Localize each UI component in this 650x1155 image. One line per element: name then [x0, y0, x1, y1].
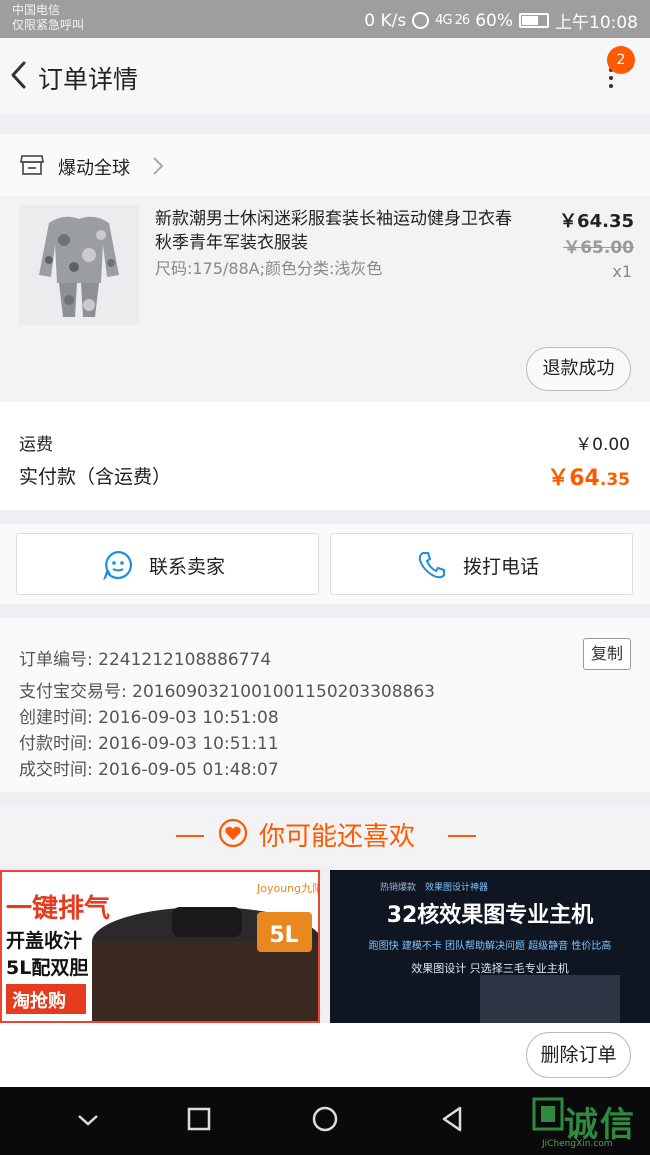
brand-label: Joyoung九阳 [256, 882, 318, 895]
recommend-title: 你可能还喜欢 [259, 822, 416, 852]
phone-icon [418, 552, 445, 579]
shop-row[interactable]: 爆动全球 [0, 134, 650, 196]
signal-icon: 4G 26 [435, 13, 470, 28]
ad-headline: 一键排气 [6, 893, 110, 924]
status-bar: 中国电信 仅限紧急呼叫 0 K/s 4G 26 60% 上午10:08 [0, 0, 650, 38]
refund-status-button[interactable]: 退款成功 [526, 347, 631, 391]
paid-time: 付款时间: 2016-09-03 10:51:11 [19, 734, 279, 754]
watermark-url: JiChengXin.com [542, 1139, 613, 1149]
paid-decimal: .35 [599, 470, 630, 490]
order-item[interactable]: 新款潮男士休闲迷彩服套装长袖运动健身卫衣春秋季青年军装衣服装 尺码:175/88… [0, 196, 650, 402]
chat-bubble-icon [103, 550, 133, 580]
notification-badge[interactable]: 2 [607, 46, 635, 74]
bottom-action-bar: 删除订单 [0, 1023, 650, 1087]
shop-name[interactable]: 爆动全球 [58, 154, 130, 180]
alipay-trade-number: 支付宝交易号: 2016090321001001150203308863 [19, 682, 435, 702]
back-arrow-icon[interactable] [8, 60, 30, 90]
pressure-cooker-image: 5L Joyoung九阳 一键排气 开盖收汁 5L配双胆 淘抢购 [2, 872, 318, 1021]
ad-line3: 5L配双胆 [6, 957, 88, 979]
recommend-card-workstation[interactable]: 热销爆款 效果图设计神器 32核效果图专业主机 跑图快 建模不卡 团队帮助解决问… [330, 870, 650, 1023]
store-icon [20, 155, 44, 175]
ad-tag2: 效果图设计神器 [425, 881, 488, 893]
call-phone-button[interactable]: 拨打电话 [330, 533, 633, 595]
call-phone-label: 拨打电话 [463, 556, 540, 578]
workstation-image: 热销爆款 效果图设计神器 32核效果图专业主机 跑图快 建模不卡 团队帮助解决问… [330, 870, 650, 1023]
divider-left [176, 835, 204, 837]
alarm-icon [412, 12, 430, 29]
carrier-info: 中国电信 仅限紧急呼叫 [12, 3, 84, 33]
capacity-badge: 5L [269, 923, 298, 948]
camouflage-suit-image [19, 205, 139, 325]
delete-order-button[interactable]: 删除订单 [526, 1032, 631, 1078]
product-title[interactable]: 新款潮男士休闲迷彩服套装长袖运动健身卫衣春秋季青年军装衣服装 [155, 207, 525, 255]
watermark-emblem [532, 1097, 564, 1131]
chevron-down-icon[interactable] [76, 1113, 100, 1127]
clock: 上午10:08 [555, 13, 638, 33]
system-nav-bar: 诚信 JiChengXin.com [0, 1087, 650, 1155]
chevron-right-icon [153, 157, 164, 175]
watermark-logo: 诚信 JiChengXin.com [532, 1097, 636, 1149]
shipping-label: 运费 [19, 435, 53, 455]
completed-time: 成交时间: 2016-09-05 01:48:07 [19, 760, 279, 780]
status-icons: 0 K/s 4G 26 60% 上午10:08 [364, 8, 638, 34]
ad-features: 跑图快 建模不卡 团队帮助解决问题 超级静音 性价比高 [369, 939, 612, 952]
divider-right [448, 835, 476, 837]
order-number: 订单编号: 2241212108886774 [19, 650, 272, 670]
fee-summary: 运费 ￥0.00 实付款（含运费） ￥64.35 [0, 402, 650, 510]
carrier-name: 中国电信 [12, 3, 61, 17]
battery-icon [519, 13, 549, 28]
page-title: 订单详情 [38, 65, 139, 94]
ad-line2: 开盖收汁 [6, 929, 82, 952]
paid-amount: ￥64 [547, 466, 600, 491]
ad-line4: 淘抢购 [12, 990, 66, 1012]
product-quantity: x1 [612, 262, 632, 281]
ad-subtitle: 效果图设计 只选择三毛专业主机 [411, 961, 569, 975]
order-info: 订单编号: 2241212108886774 复制 支付宝交易号: 201609… [0, 618, 650, 792]
battery-percent: 60% [475, 10, 513, 31]
copy-button[interactable]: 复制 [583, 638, 631, 670]
contact-seller-button[interactable]: 联系卖家 [16, 533, 319, 595]
back-nav-icon[interactable] [440, 1105, 464, 1133]
product-original-price: ￥65.00 [563, 238, 634, 258]
product-price: ￥64.35 [559, 211, 634, 232]
carrier-status: 仅限紧急呼叫 [12, 18, 85, 32]
heart-icon [218, 818, 248, 848]
contact-bar: 联系卖家 拨打电话 [0, 524, 650, 604]
home-icon[interactable] [311, 1105, 339, 1133]
contact-seller-label: 联系卖家 [149, 556, 226, 578]
ad-headline: 32核效果图专业主机 [387, 902, 594, 928]
recommend-card-pressure-cooker[interactable]: 5L Joyoung九阳 一键排气 开盖收汁 5L配双胆 淘抢购 [0, 870, 320, 1023]
net-speed: 0 K/s [364, 10, 407, 31]
recent-apps-icon[interactable] [187, 1107, 211, 1131]
recommend-header: 你可能还喜欢 [0, 806, 650, 866]
shipping-value: ￥0.00 [575, 435, 630, 455]
product-spec: 尺码:175/88A;颜色分类:浅灰色 [155, 259, 383, 278]
paid-value: ￥64.35 [547, 460, 630, 492]
ad-tag1: 热销爆款 [380, 881, 416, 893]
product-thumbnail[interactable] [19, 205, 139, 325]
app-header: 订单详情 [0, 38, 650, 114]
created-time: 创建时间: 2016-09-03 10:51:08 [19, 708, 279, 728]
paid-label: 实付款（含运费） [19, 466, 172, 488]
